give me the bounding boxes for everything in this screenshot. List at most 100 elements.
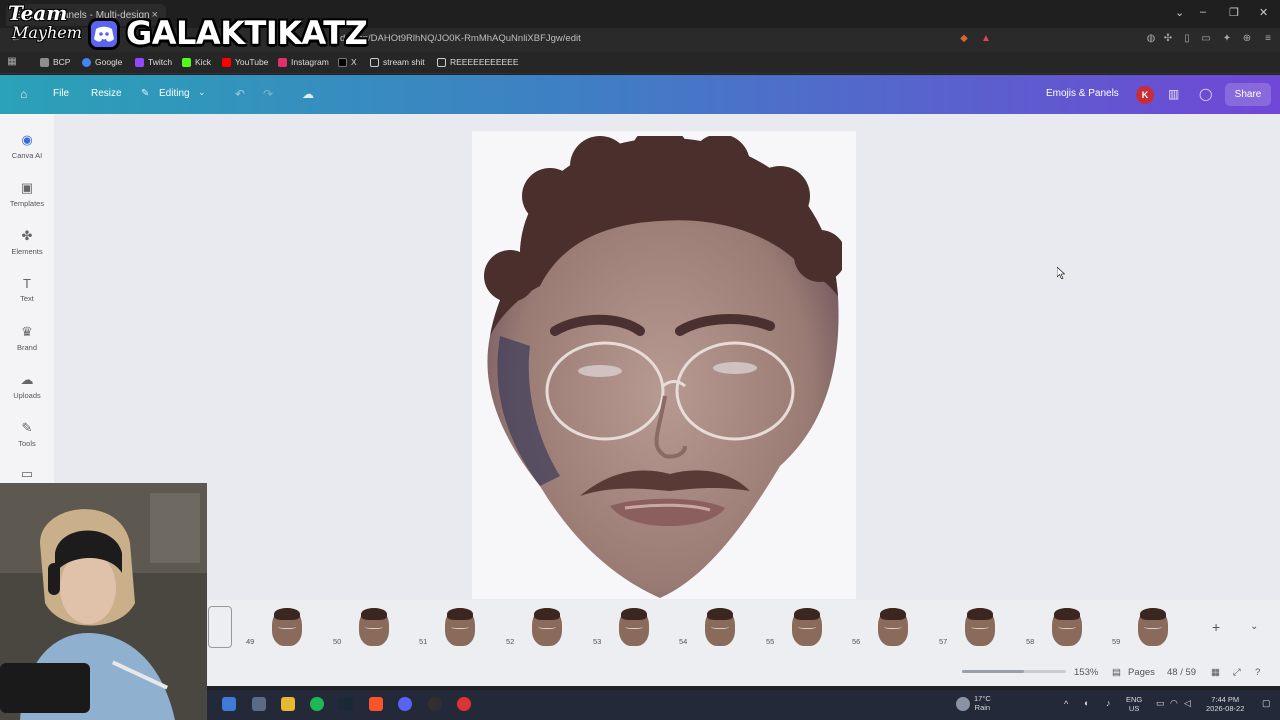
vpn-icon[interactable]: ⊕ — [1241, 33, 1253, 45]
undo-icon[interactable]: ↶ — [235, 87, 245, 101]
zoom-level[interactable]: 153% — [1074, 667, 1098, 678]
puzzle-icon[interactable]: ✣ — [1162, 33, 1174, 45]
elements-icon: ✤ — [21, 228, 33, 243]
page-thumbnail[interactable]: 52 — [504, 606, 580, 648]
minimize-icon[interactable]: – — [1200, 6, 1206, 18]
page-thumbnail[interactable]: 50 — [331, 606, 407, 648]
restore-icon[interactable]: ❐ — [1229, 6, 1239, 19]
wifi-tray-icon[interactable]: ◠ — [1170, 699, 1178, 708]
bookmark-stream-folder[interactable]: stream shit — [370, 57, 425, 67]
tray-overflow-icon[interactable]: ^ — [1064, 700, 1068, 709]
tab-search-icon[interactable]: ⌄ — [1175, 6, 1184, 19]
wallet-icon[interactable]: ▭ — [1200, 33, 1212, 45]
add-page-icon[interactable]: + — [1212, 619, 1220, 635]
mic-tray-icon[interactable]: ♪ — [1106, 699, 1111, 708]
streamer-name-overlay: GALAKTIKATZ — [126, 14, 368, 52]
weather-widget[interactable]: 17°C Rain — [974, 694, 991, 712]
page-thumbnail[interactable]: 54 — [677, 606, 753, 648]
team-logo-line2: Mayhem — [12, 23, 82, 42]
page-thumbnail[interactable] — [208, 606, 232, 648]
brave-shield-icon[interactable]: ◆ — [958, 33, 970, 45]
redo-icon[interactable]: ↷ — [263, 87, 273, 101]
menu-icon[interactable]: ≡ — [1262, 33, 1274, 45]
text-icon: T — [23, 276, 31, 291]
thumbnail-face — [619, 608, 649, 646]
sidebar-icon[interactable]: ▯ — [1181, 33, 1193, 45]
bookmark-reee-folder[interactable]: REEEEEEEEEEE — [437, 57, 519, 67]
design-title[interactable]: Emojis & Panels — [1046, 88, 1119, 99]
clock[interactable]: 7:44 PM 2026-08-22 — [1206, 695, 1244, 713]
page-thumbnail[interactable]: 57 — [937, 606, 1013, 648]
bookmark-google[interactable]: Google — [82, 57, 122, 67]
spotify-icon[interactable] — [310, 697, 324, 711]
sidebar-item-elements[interactable]: ✤ Elements — [0, 228, 54, 256]
canva-ai-icon: ◉ — [21, 132, 33, 147]
page-number: 54 — [679, 637, 688, 646]
extension-icon[interactable]: ◍ — [1145, 33, 1157, 45]
canva-header: ⌂ File Resize ✎ Editing ⌄ ↶ ↷ ☁ Emojis &… — [0, 75, 1280, 114]
bookmark-label: Twitch — [148, 57, 173, 67]
bookmark-instagram[interactable]: Instagram — [278, 57, 329, 67]
projects-icon: ▭ — [20, 466, 34, 481]
file-menu[interactable]: File — [53, 88, 69, 99]
thumbnail-face — [1052, 608, 1082, 646]
analytics-icon[interactable]: ▥ — [1168, 87, 1179, 101]
resize-menu[interactable]: Resize — [91, 88, 122, 99]
display-tray-icon[interactable]: ▭ — [1156, 699, 1165, 708]
obs-icon[interactable] — [428, 697, 442, 711]
clock-time: 7:44 PM — [1211, 695, 1240, 704]
file-explorer-icon[interactable] — [281, 697, 295, 711]
close-window-icon[interactable]: ✕ — [1259, 6, 1268, 19]
apps-grid-icon[interactable]: ▦ — [6, 56, 18, 68]
file-app-icon[interactable] — [252, 697, 266, 711]
pages-button[interactable]: Pages — [1128, 667, 1155, 678]
windows-start-icon[interactable] — [222, 697, 236, 711]
avatar[interactable]: K — [1136, 86, 1154, 104]
page-thumbnail[interactable]: 56 — [850, 606, 926, 648]
network-tray-icon[interactable]: ◐ — [1084, 699, 1089, 708]
twitch-icon — [135, 57, 144, 67]
page-thumbnail[interactable]: 49 — [244, 606, 320, 648]
brave-rewards-icon[interactable]: ▲ — [980, 33, 992, 45]
notification-icon[interactable]: ▢ — [1262, 699, 1271, 708]
chevron-down-icon[interactable]: ⌄ — [198, 87, 206, 98]
bookmark-kick[interactable]: Kick — [182, 57, 211, 67]
page-thumbnail[interactable]: 58 — [1024, 606, 1100, 648]
fullscreen-icon[interactable]: ⤢ — [1233, 667, 1241, 678]
page-thumbnail[interactable]: 59 — [1110, 606, 1186, 648]
bookmark-twitch[interactable]: Twitch — [135, 57, 172, 67]
page-thumbnail[interactable]: 51 — [417, 606, 493, 648]
sidebar-item-brand[interactable]: ♛ Brand — [0, 324, 54, 352]
sidebar-label: Canva AI — [11, 151, 43, 160]
page-thumbnail[interactable]: 53 — [591, 606, 667, 648]
grid-view-icon[interactable]: ▦ — [1211, 667, 1220, 678]
cloud-saved-icon[interactable]: ☁ — [302, 87, 314, 101]
bookmark-youtube[interactable]: YouTube — [222, 57, 268, 67]
home-icon[interactable]: ⌂ — [20, 87, 27, 101]
volume-tray-icon[interactable]: ◁ — [1184, 699, 1191, 708]
url-field[interactable]: design/DAHOt9RlhNQ/JO0K-RmMhAQuNnliXBFJg… — [340, 33, 581, 44]
sidebar-item-uploads[interactable]: ☁ Uploads — [0, 372, 54, 400]
emoji-face-image[interactable] — [480, 126, 846, 600]
pages-icon[interactable]: ▤ — [1112, 667, 1121, 678]
sidebar-item-canva-ai[interactable]: ◉ Canva AI — [0, 132, 54, 160]
share-button[interactable]: Share — [1225, 83, 1271, 106]
brave-browser-icon[interactable] — [369, 697, 383, 711]
record-app-icon[interactable] — [457, 697, 471, 711]
bookmark-bcp[interactable]: BCP — [40, 57, 70, 67]
page-thumbnail[interactable]: 55 — [764, 606, 840, 648]
discord-icon[interactable] — [398, 697, 412, 711]
steam-icon[interactable] — [339, 697, 353, 711]
sidebar-item-tools[interactable]: ✎ Tools — [0, 420, 54, 448]
sidebar-item-text[interactable]: T Text — [0, 276, 54, 303]
help-icon[interactable]: ? — [1255, 667, 1260, 678]
leo-icon[interactable]: ✦ — [1221, 33, 1233, 45]
sidebar-label: Templates — [9, 199, 45, 208]
bookmark-x[interactable]: X — [338, 57, 357, 67]
sidebar-item-templates[interactable]: ▣ Templates — [0, 180, 54, 208]
comment-icon[interactable]: ◯ — [1199, 87, 1212, 101]
thumbnail-face — [878, 608, 908, 646]
chevron-down-icon[interactable]: ⌄ — [1250, 621, 1258, 632]
editing-mode-menu[interactable]: Editing — [159, 88, 190, 99]
language-indicator[interactable]: ENG US — [1126, 695, 1142, 713]
